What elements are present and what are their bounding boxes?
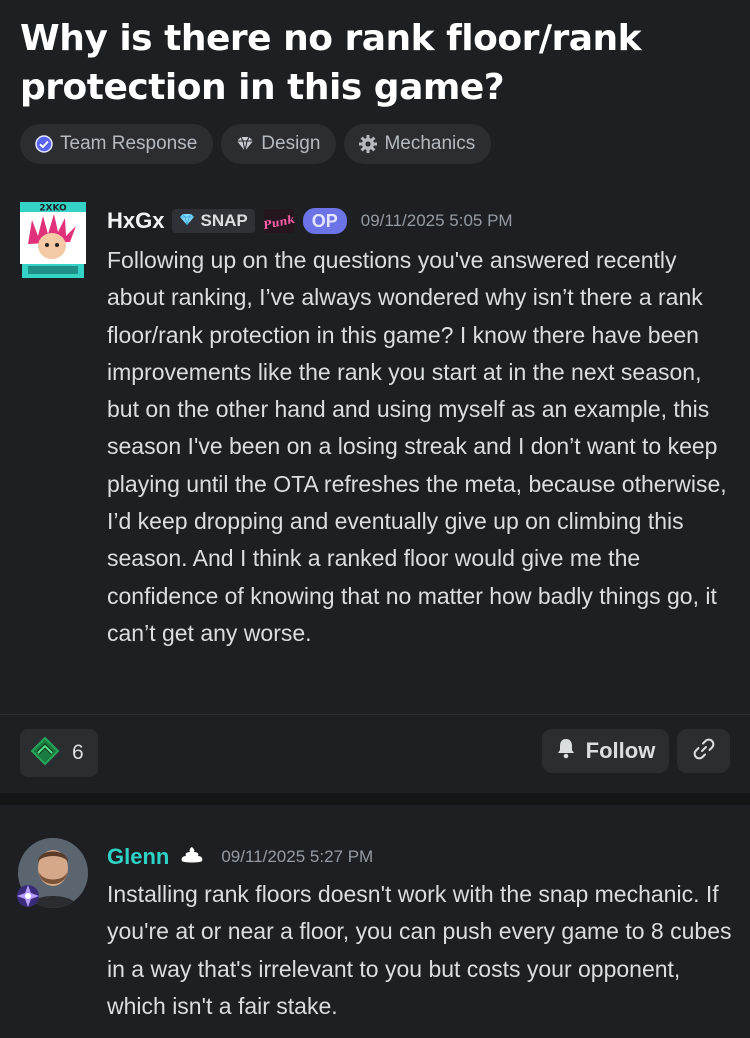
reply-timestamp: 09/11/2025 5:27 PM <box>221 847 374 866</box>
op-badge: OP <box>302 208 347 234</box>
section-divider <box>0 793 750 805</box>
reaction-button[interactable]: 6 <box>20 729 98 777</box>
tag-design[interactable]: Design <box>221 124 337 164</box>
punk-badge-icon: Punk <box>261 208 296 234</box>
tag-label: Team Response <box>60 133 198 154</box>
server-tag-label: SNAP <box>200 211 248 230</box>
follow-label: Follow <box>585 738 656 763</box>
tag-list: Team Response Design Mechanics <box>20 124 492 164</box>
server-tag[interactable]: SNAP <box>172 209 255 233</box>
post-header: HxGx SNAP Punk OP 09/11/2025 5:05 PM <box>107 208 513 234</box>
gear-icon <box>358 134 378 154</box>
rank-chevron-icon <box>30 736 60 771</box>
author-name[interactable]: Glenn <box>107 844 169 870</box>
poop-emoji-icon <box>179 845 205 870</box>
verified-check-icon <box>34 134 54 154</box>
link-icon <box>692 737 716 766</box>
author-name[interactable]: HxGx <box>107 208 164 234</box>
avatar-decoration-icon <box>14 882 42 910</box>
post-timestamp: 09/11/2025 5:05 PM <box>360 211 513 230</box>
thread-title: Why is there no rank floor/rank protecti… <box>20 18 642 108</box>
reaction-count: 6 <box>72 741 84 764</box>
divider <box>0 714 750 715</box>
follow-button[interactable]: Follow <box>542 729 669 773</box>
reply-header: Glenn 09/11/2025 5:27 PM <box>107 844 373 870</box>
tag-label: Mechanics <box>384 133 476 154</box>
copy-link-button[interactable] <box>677 729 730 773</box>
avatar[interactable]: 2XKO <box>18 200 88 280</box>
reply-body: Installing rank floors doesn't work with… <box>107 881 732 1019</box>
tag-label: Design <box>261 133 321 154</box>
tag-team-response[interactable]: Team Response <box>20 124 214 164</box>
gem-emoji-icon <box>235 134 255 154</box>
tag-mechanics[interactable]: Mechanics <box>344 124 492 164</box>
bell-icon <box>556 737 576 765</box>
post-body: Following up on the questions you've ans… <box>107 247 727 646</box>
diamond-icon <box>179 211 195 231</box>
